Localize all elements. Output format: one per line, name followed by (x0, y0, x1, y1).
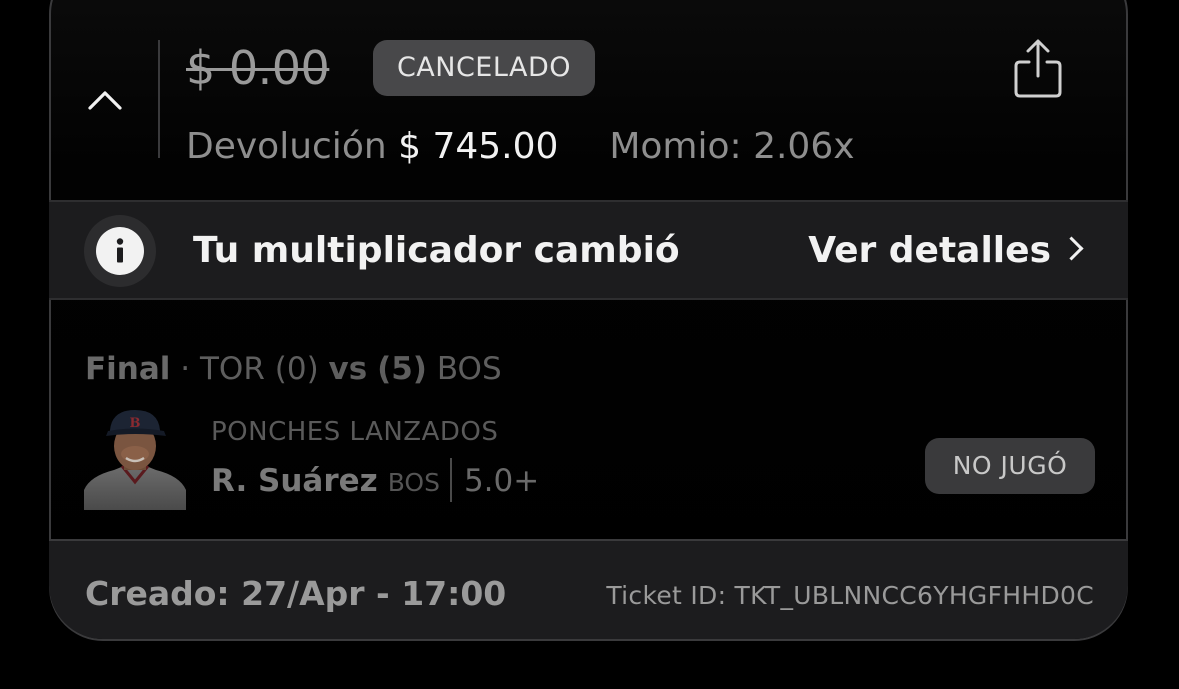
game-separator: · (180, 351, 191, 387)
result-badge: NO JUGÓ (925, 438, 1095, 494)
game-status: Final (85, 351, 171, 387)
player-team: BOS (387, 468, 440, 497)
view-details-link[interactable]: Ver detalles (808, 226, 1084, 276)
ticket-id[interactable]: Ticket ID: TKT_UBLNNCC6YHGFHHD0C (606, 575, 1094, 617)
selection-row: R. Suárez BOS 5.0+ (211, 457, 540, 504)
score-away: (0) (274, 351, 319, 387)
team-home: BOS (436, 351, 502, 387)
refund-label: Devolución (186, 126, 387, 167)
refund-row: Devolución $ 745.00 Momio: 2.06x (186, 122, 855, 172)
multiplier-changed-banner[interactable]: Tu multiplicador cambió Ver detalles (49, 200, 1128, 300)
share-icon[interactable] (1010, 36, 1066, 102)
player-avatar: B (84, 410, 186, 510)
market-name: PONCHES LANZADOS (211, 417, 499, 447)
player-name: R. Suárez (211, 463, 378, 499)
chevron-up-icon[interactable] (86, 84, 124, 114)
selection-line: 5.0+ (463, 463, 540, 499)
ticket-footer: Creado: 27/Apr - 17:00 Ticket ID: TKT_UB… (49, 539, 1128, 639)
info-icon (96, 227, 144, 275)
selection-divider (449, 457, 452, 502)
refund-value: $ 745.00 (398, 126, 559, 167)
header-divider (158, 40, 160, 158)
game-summary: Final · TOR (0) vs (5) BOS (85, 348, 502, 390)
vs-label: vs (328, 351, 368, 387)
info-icon-bg (84, 215, 156, 287)
stake-amount: $ 0.00 (186, 41, 330, 95)
banner-text: Tu multiplicador cambió (193, 230, 680, 271)
odds-label: Momio: 2.06x (609, 126, 855, 167)
view-details-label: Ver detalles (808, 230, 1051, 271)
svg-text:B: B (130, 416, 141, 431)
score-home: (5) (377, 351, 427, 387)
chevron-right-icon (1059, 236, 1084, 261)
status-badge: CANCELADO (373, 40, 595, 96)
created-date: Creado: 27/Apr - 17:00 (85, 574, 507, 613)
team-away: TOR (200, 351, 265, 387)
